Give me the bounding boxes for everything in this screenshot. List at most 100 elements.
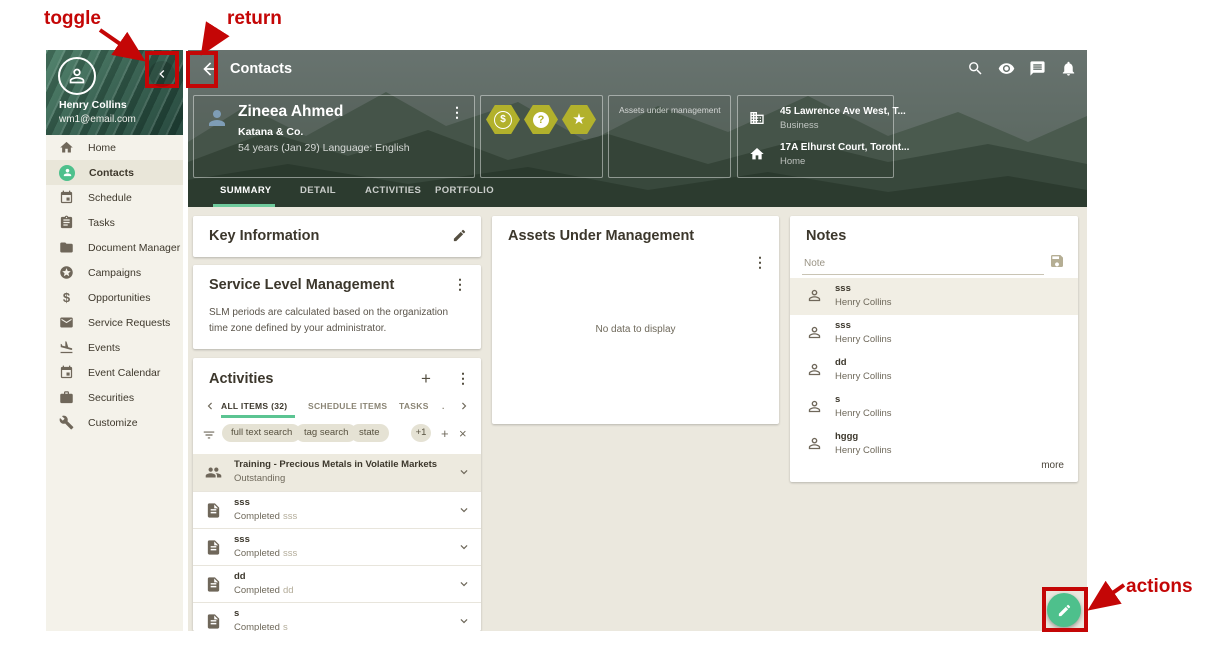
- card-title: Key Information: [209, 228, 319, 244]
- key-information-card: Key Information: [193, 216, 481, 257]
- note-input[interactable]: [802, 252, 1044, 275]
- note-title: dd: [835, 357, 847, 368]
- sidebar-item-campaigns[interactable]: Campaigns: [46, 260, 183, 285]
- sidebar-item-label: Event Calendar: [88, 367, 160, 379]
- topbar-actions: [967, 60, 1077, 77]
- activities-tab-overflow-dot: .: [442, 401, 445, 411]
- activity-row[interactable]: Training - Precious Metals in Volatile M…: [193, 454, 481, 491]
- page-title: Contacts: [230, 61, 292, 77]
- note-row[interactable]: sss Henry Collins: [790, 278, 1078, 316]
- activities-tab-all-items[interactable]: ALL ITEMS (32): [221, 401, 287, 411]
- card-title: Activities: [209, 371, 273, 387]
- activities-tab-schedule-items[interactable]: SCHEDULE ITEMS: [308, 401, 387, 411]
- chevron-down-icon[interactable]: [457, 465, 471, 479]
- chevron-down-icon[interactable]: [457, 540, 471, 554]
- dollar-icon: $: [59, 290, 74, 305]
- sidebar-profile-header: Henry Collins wm1@email.com: [46, 50, 183, 135]
- sidebar-item-home[interactable]: Home: [46, 135, 183, 160]
- search-icon[interactable]: [967, 60, 984, 77]
- activities-filter-row: full text search tag search state +1 + ×: [193, 424, 481, 454]
- calendar-icon: [59, 190, 74, 205]
- document-icon: [205, 502, 222, 519]
- save-note-icon[interactable]: [1049, 253, 1065, 269]
- chevron-down-icon[interactable]: [457, 503, 471, 517]
- service-level-management-card: Service Level Management ⋮ SLM periods a…: [193, 265, 481, 349]
- scroll-right-icon[interactable]: [457, 399, 471, 413]
- filter-chip[interactable]: tag search: [295, 424, 357, 442]
- edit-pencil-icon[interactable]: [452, 228, 467, 243]
- note-author: Henry Collins: [835, 297, 892, 308]
- activities-tab-strip: ALL ITEMS (32) SCHEDULE ITEMS TASKS .: [193, 398, 481, 424]
- sidebar-item-contacts[interactable]: Contacts: [46, 160, 183, 185]
- annotation-box-return: [186, 51, 218, 88]
- star-badge-icon: ★: [562, 105, 596, 134]
- add-activity-icon[interactable]: +: [421, 369, 431, 389]
- app-screenshot: Henry Collins wm1@email.com Home Contact…: [0, 0, 1209, 663]
- chat-icon[interactable]: [1029, 60, 1046, 77]
- question-badge-icon: ?: [524, 105, 558, 134]
- more-filters-chip[interactable]: +1: [411, 424, 431, 442]
- scroll-left-icon[interactable]: [203, 399, 217, 413]
- clear-filters-icon[interactable]: ×: [459, 426, 467, 441]
- sidebar-item-event-calendar[interactable]: Event Calendar: [46, 360, 183, 385]
- assets-under-management-card: Assets under management: [608, 95, 731, 178]
- note-row[interactable]: s Henry Collins: [790, 389, 1078, 427]
- activity-row[interactable]: s Completeds: [193, 602, 481, 631]
- address-line: 17A Elhurst Court, Toront...: [780, 142, 909, 153]
- plane-landing-icon: [59, 340, 74, 355]
- slm-menu-kebab-icon[interactable]: ⋮: [453, 277, 467, 291]
- filter-chip[interactable]: full text search: [222, 424, 301, 442]
- activities-menu-kebab-icon[interactable]: ⋮: [456, 371, 470, 385]
- activity-status-detail: dd: [283, 585, 294, 596]
- chevron-down-icon[interactable]: [457, 577, 471, 591]
- activity-status: Completed: [234, 548, 280, 559]
- sidebar-item-label: Securities: [88, 392, 134, 404]
- note-row[interactable]: dd Henry Collins: [790, 352, 1078, 390]
- activity-status-detail: s: [283, 622, 288, 631]
- bell-icon[interactable]: [1060, 60, 1077, 77]
- activity-row[interactable]: dd Completeddd: [193, 565, 481, 603]
- eye-icon[interactable]: [998, 60, 1015, 77]
- activity-title: Training - Precious Metals in Volatile M…: [234, 459, 444, 470]
- sidebar-item-tasks[interactable]: Tasks: [46, 210, 183, 235]
- sidebar-item-label: Contacts: [89, 167, 134, 179]
- aum-menu-kebab-icon[interactable]: ⋮: [753, 255, 767, 269]
- home-icon: [749, 146, 765, 162]
- sidebar-item-service-requests[interactable]: Service Requests: [46, 310, 183, 335]
- contact-menu-kebab-icon[interactable]: ⋮: [450, 105, 464, 119]
- sidebar-item-schedule[interactable]: Schedule: [46, 185, 183, 210]
- active-tab-underline: [221, 415, 295, 418]
- sidebar-item-securities[interactable]: Securities: [46, 385, 183, 410]
- tab-detail[interactable]: DETAIL: [300, 185, 336, 196]
- sidebar-item-document-manager[interactable]: Document Manager: [46, 235, 183, 260]
- chevron-down-icon[interactable]: [457, 614, 471, 628]
- sidebar-item-events[interactable]: Events: [46, 335, 183, 360]
- activity-status: Outstanding: [234, 473, 285, 484]
- sidebar-item-opportunities[interactable]: $ Opportunities: [46, 285, 183, 310]
- notes-more-link[interactable]: more: [1041, 460, 1064, 471]
- sidebar-item-customize[interactable]: Customize: [46, 410, 183, 435]
- main-area: Contacts Zineea Ahmed Katana & Co. 54 ye…: [188, 50, 1087, 631]
- sidebar-collapse-button[interactable]: [149, 61, 175, 87]
- note-author: Henry Collins: [835, 408, 892, 419]
- contact-meta: 54 years (Jan 29) Language: English: [238, 142, 410, 154]
- note-row[interactable]: hggg Henry Collins: [790, 426, 1078, 463]
- tab-activities[interactable]: ACTIVITIES: [365, 185, 421, 196]
- tab-summary[interactable]: SUMMARY: [220, 185, 272, 196]
- sidebar-item-label: Campaigns: [88, 267, 141, 279]
- active-tab-underline: [213, 204, 275, 207]
- wrench-icon: [59, 415, 74, 430]
- activity-row[interactable]: sss Completedsss: [193, 528, 481, 566]
- activity-row[interactable]: sss Completedsss: [193, 491, 481, 529]
- add-filter-icon[interactable]: +: [441, 426, 449, 441]
- tab-portfolio[interactable]: PORTFOLIO: [435, 185, 494, 196]
- note-row[interactable]: sss Henry Collins: [790, 315, 1078, 353]
- filter-icon[interactable]: [202, 428, 216, 442]
- calendar-icon: [59, 365, 74, 380]
- aum-label: Assets under management: [619, 105, 721, 115]
- activities-tab-tasks[interactable]: TASKS: [399, 401, 429, 411]
- contact-summary-card: Zineea Ahmed Katana & Co. 54 years (Jan …: [193, 95, 475, 178]
- dollar-glyph: $: [494, 111, 512, 129]
- filter-chip[interactable]: state: [350, 424, 389, 442]
- activity-status-detail: sss: [283, 548, 297, 559]
